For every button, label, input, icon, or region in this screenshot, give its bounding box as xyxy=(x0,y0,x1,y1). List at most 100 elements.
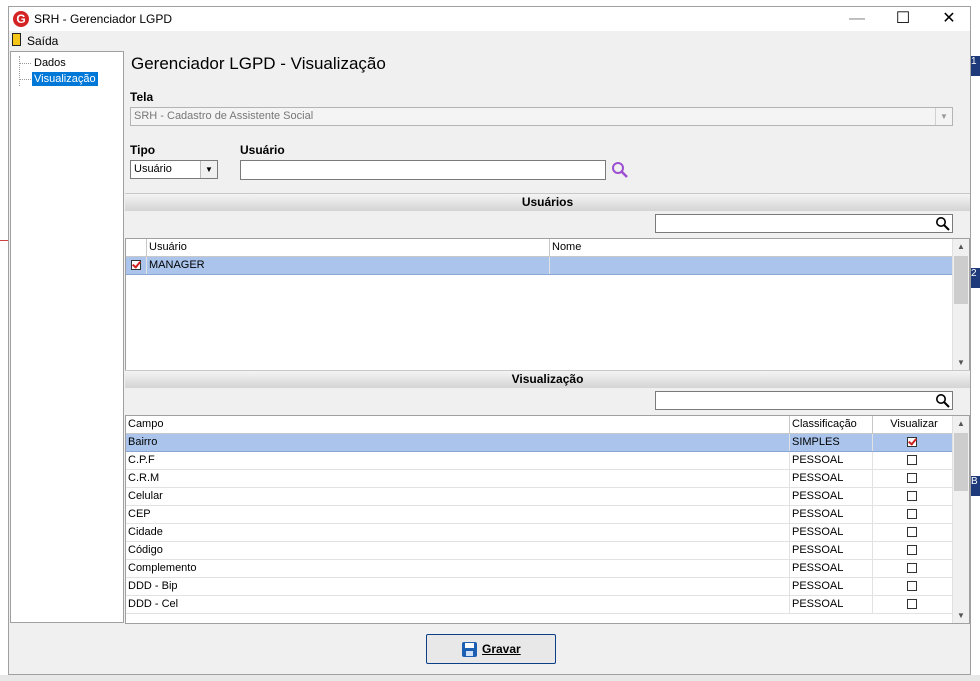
visualizar-checkbox[interactable] xyxy=(907,563,917,573)
visualizacao-filter-input[interactable] xyxy=(655,391,953,410)
usuario-label: Usuário xyxy=(240,143,285,157)
usuario-input[interactable] xyxy=(240,160,606,180)
background-app-left xyxy=(0,0,8,681)
visualizar-cell xyxy=(873,452,953,469)
campo-cell: DDD - Cel xyxy=(126,596,790,613)
table-row[interactable]: DDD - Cel PESSOAL xyxy=(126,596,953,614)
column-header-visualizar[interactable]: Visualizar xyxy=(873,416,953,433)
visualizacao-scrollbar[interactable]: ▲ ▼ xyxy=(952,416,969,623)
visualizar-cell xyxy=(873,542,953,559)
classificacao-cell: PESSOAL xyxy=(790,578,873,595)
background-red-line xyxy=(0,240,8,241)
chevron-down-icon[interactable]: ▼ xyxy=(935,108,952,125)
table-row[interactable]: Código PESSOAL xyxy=(126,542,953,560)
tipo-select[interactable]: Usuário ▼ xyxy=(130,160,218,179)
visualizar-checkbox[interactable] xyxy=(907,599,917,609)
table-row[interactable]: MANAGER xyxy=(126,257,953,275)
close-button[interactable]: ✕ xyxy=(926,7,972,31)
visualizar-checkbox[interactable] xyxy=(907,491,917,501)
classificacao-cell: PESSOAL xyxy=(790,452,873,469)
column-header-nome[interactable]: Nome xyxy=(550,239,953,256)
column-header-classificacao[interactable]: Classificação xyxy=(790,416,873,433)
search-icon[interactable] xyxy=(935,393,950,408)
usuarios-scrollbar[interactable]: ▲ ▼ xyxy=(952,239,969,370)
classificacao-cell: PESSOAL xyxy=(790,506,873,523)
scroll-down-icon[interactable]: ▼ xyxy=(953,355,969,370)
table-row[interactable]: Complemento PESSOAL xyxy=(126,560,953,578)
table-row[interactable]: Celular PESSOAL xyxy=(126,488,953,506)
visualizar-cell xyxy=(873,596,953,613)
chevron-down-icon[interactable]: ▼ xyxy=(200,161,217,178)
scroll-up-icon[interactable]: ▲ xyxy=(953,239,969,254)
classificacao-cell: PESSOAL xyxy=(790,470,873,487)
campo-cell: DDD - Bip xyxy=(126,578,790,595)
visualizar-checkbox[interactable] xyxy=(907,509,917,519)
exit-door-icon[interactable] xyxy=(12,33,21,46)
tree-item-visualizacao[interactable]: Visualização xyxy=(32,72,98,86)
table-row[interactable]: C.R.M PESSOAL xyxy=(126,470,953,488)
visualizar-checkbox[interactable] xyxy=(907,581,917,591)
scroll-thumb[interactable] xyxy=(954,433,968,491)
visualizar-checkbox[interactable] xyxy=(907,455,917,465)
scroll-up-icon[interactable]: ▲ xyxy=(953,416,969,431)
campo-cell: Complemento xyxy=(126,560,790,577)
visualizar-checkbox[interactable] xyxy=(907,527,917,537)
visualizar-cell xyxy=(873,506,953,523)
campo-cell: C.R.M xyxy=(126,470,790,487)
visualizar-cell xyxy=(873,434,953,451)
classificacao-cell: PESSOAL xyxy=(790,524,873,541)
usuario-cell: MANAGER xyxy=(147,257,550,274)
row-check-cell xyxy=(126,257,147,274)
column-header-usuario[interactable]: Usuário xyxy=(147,239,550,256)
table-row[interactable]: CEP PESSOAL xyxy=(126,506,953,524)
minimize-button[interactable]: — xyxy=(834,7,880,31)
save-button[interactable]: Gravar xyxy=(426,634,556,664)
app-logo-icon: G xyxy=(13,11,29,27)
tree-item-dados[interactable]: Dados xyxy=(32,56,68,70)
visualizacao-grid: Campo Classificação Visualizar Bairro SIM… xyxy=(125,415,970,624)
campo-cell: Cidade xyxy=(126,524,790,541)
tela-select[interactable]: SRH - Cadastro de Assistente Social ▼ xyxy=(130,107,953,126)
column-header-campo[interactable]: Campo xyxy=(126,416,790,433)
campo-cell: C.P.F xyxy=(126,452,790,469)
usuarios-grid: Usuário Nome MANAGER ▲ ▼ xyxy=(125,238,970,371)
save-button-label: Gravar xyxy=(482,642,521,656)
campo-cell: Código xyxy=(126,542,790,559)
background-tab: 1 xyxy=(971,56,980,76)
menu-item-exit[interactable]: Saída xyxy=(27,34,58,48)
tree-connector xyxy=(19,56,20,86)
tipo-select-value: Usuário xyxy=(134,163,172,175)
background-app-bottom xyxy=(0,675,980,681)
visualizar-cell xyxy=(873,488,953,505)
visualizar-checkbox[interactable] xyxy=(907,437,917,447)
form-panel: Gerenciador LGPD - Visualização Tela SRH… xyxy=(124,50,970,624)
table-row[interactable]: C.P.F PESSOAL xyxy=(126,452,953,470)
search-icon[interactable] xyxy=(611,161,629,179)
tree-connector xyxy=(19,79,31,80)
visualizacao-grid-header: Campo Classificação Visualizar xyxy=(126,416,953,434)
scroll-thumb[interactable] xyxy=(954,256,968,304)
classificacao-cell: PESSOAL xyxy=(790,488,873,505)
search-icon[interactable] xyxy=(935,216,950,231)
table-row[interactable]: Cidade PESSOAL xyxy=(126,524,953,542)
table-row[interactable]: DDD - Bip PESSOAL xyxy=(126,578,953,596)
row-checkbox[interactable] xyxy=(131,260,141,270)
main-window: G SRH - Gerenciador LGPD — ☐ ✕ Saída Dad… xyxy=(8,6,971,675)
maximize-button[interactable]: ☐ xyxy=(880,7,926,31)
navigation-tree: Dados Visualização xyxy=(10,51,124,623)
usuarios-filter-input[interactable] xyxy=(655,214,953,233)
nome-cell xyxy=(550,257,953,274)
scroll-down-icon[interactable]: ▼ xyxy=(953,608,969,623)
visualizar-cell xyxy=(873,578,953,595)
table-row[interactable]: Bairro SIMPLES xyxy=(126,434,953,452)
usuarios-grid-header: Usuário Nome xyxy=(126,239,953,257)
background-tab: B xyxy=(971,476,980,496)
campo-cell: Bairro xyxy=(126,434,790,451)
visualizacao-section-header: Visualização xyxy=(125,370,970,388)
visualizar-checkbox[interactable] xyxy=(907,473,917,483)
classificacao-cell: PESSOAL xyxy=(790,542,873,559)
tela-select-value: SRH - Cadastro de Assistente Social xyxy=(134,110,314,122)
title-bar[interactable]: G SRH - Gerenciador LGPD — ☐ ✕ xyxy=(9,7,970,31)
classificacao-cell: PESSOAL xyxy=(790,560,873,577)
visualizar-checkbox[interactable] xyxy=(907,545,917,555)
